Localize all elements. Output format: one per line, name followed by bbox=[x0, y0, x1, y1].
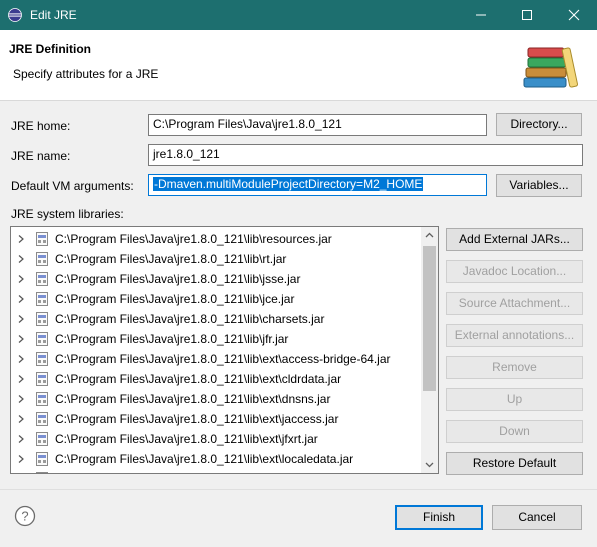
window-title: Edit JRE bbox=[30, 8, 77, 22]
chevron-right-icon[interactable] bbox=[16, 234, 26, 244]
library-row[interactable]: C:\Program Files\Java\jre1.8.0_121\lib\e… bbox=[11, 389, 421, 409]
jar-file-icon bbox=[36, 292, 48, 306]
header-title: JRE Definition bbox=[9, 42, 92, 56]
chevron-right-icon[interactable] bbox=[16, 374, 26, 384]
library-path: C:\Program Files\Java\jre1.8.0_121\lib\j… bbox=[55, 332, 289, 346]
library-row[interactable]: C:\Program Files\Java\jre1.8.0_121\lib\j… bbox=[11, 329, 421, 349]
chevron-right-icon[interactable] bbox=[16, 354, 26, 364]
vm-args-label: Default VM arguments: bbox=[11, 179, 134, 193]
jar-file-icon bbox=[36, 252, 48, 266]
chevron-right-icon[interactable] bbox=[16, 394, 26, 404]
vertical-scrollbar[interactable] bbox=[421, 227, 438, 473]
variables-button[interactable]: Variables... bbox=[496, 174, 582, 197]
library-path: C:\Program Files\Java\jre1.8.0_121\lib\e… bbox=[55, 412, 339, 426]
header-description: Specify attributes for a JRE bbox=[13, 67, 159, 81]
library-path: C:\Program Files\Java\jre1.8.0_121\lib\e… bbox=[55, 392, 331, 406]
library-row[interactable]: C:\Program Files\Java\jre1.8.0_121\lib\c… bbox=[11, 309, 421, 329]
library-row[interactable]: C:\Program Files\Java\jre1.8.0_121\lib\j… bbox=[11, 289, 421, 309]
cancel-button[interactable]: Cancel bbox=[492, 505, 582, 530]
library-path: C:\Program Files\Java\jre1.8.0_121\lib\r… bbox=[55, 252, 287, 266]
library-path: C:\Program Files\Java\jre1.8.0_121\lib\r… bbox=[55, 232, 332, 246]
restore-default-button[interactable]: Restore Default bbox=[446, 452, 583, 475]
eclipse-app-icon bbox=[8, 8, 22, 22]
jre-name-label: JRE name: bbox=[11, 149, 71, 163]
chevron-right-icon[interactable] bbox=[16, 434, 26, 444]
library-path: C:\Program Files\Java\jre1.8.0_121\lib\e… bbox=[55, 352, 391, 366]
library-path: C:\Program Files\Java\jre1.8.0_121\lib\e… bbox=[55, 372, 342, 386]
library-path: C:\Program Files\Java\jre1.8.0_121\lib\e… bbox=[55, 452, 354, 466]
jar-file-icon bbox=[36, 272, 48, 286]
jar-file-icon bbox=[36, 432, 48, 446]
chevron-right-icon[interactable] bbox=[16, 314, 26, 324]
footer-divider bbox=[0, 489, 597, 490]
jre-name-field[interactable]: jre1.8.0_121 bbox=[148, 144, 583, 166]
library-row[interactable]: C:\Program Files\Java\jre1.8.0_121\lib\r… bbox=[11, 249, 421, 269]
source-attachment-button[interactable]: Source Attachment... bbox=[446, 292, 583, 315]
jar-file-icon bbox=[36, 452, 48, 466]
vm-args-field[interactable]: -Dmaven.multiModuleProjectDirectory=M2_H… bbox=[148, 174, 487, 196]
remove-button[interactable]: Remove bbox=[446, 356, 583, 379]
chevron-right-icon[interactable] bbox=[16, 334, 26, 344]
finish-button[interactable]: Finish bbox=[395, 505, 483, 530]
jar-file-icon bbox=[36, 232, 48, 246]
dialog-header: JRE Definition Specify attributes for a … bbox=[0, 30, 597, 101]
external-annotations-button[interactable]: External annotations... bbox=[446, 324, 583, 347]
chevron-right-icon[interactable] bbox=[16, 454, 26, 464]
maximize-icon bbox=[522, 10, 532, 20]
library-row[interactable]: C:\Program Files\Java\jre1.8.0_121\lib\r… bbox=[11, 229, 421, 249]
jar-file-icon bbox=[36, 312, 48, 326]
library-row[interactable]: C:\Program Files\Java\jre1.8.0_121\lib\e… bbox=[11, 409, 421, 429]
help-icon: ? bbox=[14, 505, 36, 527]
library-books-icon bbox=[522, 40, 582, 93]
library-row[interactable]: C:\Program Files\Java\jre1.8.0_121\lib\e… bbox=[11, 429, 421, 449]
library-row[interactable]: C:\Program Files\Java\jre1.8.0_121\lib\e… bbox=[11, 469, 421, 473]
jar-file-icon bbox=[36, 412, 48, 426]
jre-home-label: JRE home: bbox=[11, 119, 71, 133]
add-external-jars-button[interactable]: Add External JARs... bbox=[446, 228, 583, 251]
library-path: C:\Program Files\Java\jre1.8.0_121\lib\e… bbox=[55, 432, 318, 446]
minimize-button[interactable] bbox=[458, 0, 504, 30]
library-row[interactable]: C:\Program Files\Java\jre1.8.0_121\lib\e… bbox=[11, 349, 421, 369]
jar-file-icon bbox=[36, 352, 48, 366]
library-path: C:\Program Files\Java\jre1.8.0_121\lib\j… bbox=[55, 292, 295, 306]
javadoc-location-button[interactable]: Javadoc Location... bbox=[446, 260, 583, 283]
chevron-down-icon bbox=[425, 462, 434, 468]
minimize-icon bbox=[476, 14, 486, 16]
chevron-right-icon[interactable] bbox=[16, 274, 26, 284]
directory-button[interactable]: Directory... bbox=[496, 113, 582, 136]
chevron-right-icon[interactable] bbox=[16, 294, 26, 304]
jar-file-icon bbox=[36, 392, 48, 406]
svg-text:?: ? bbox=[21, 509, 28, 524]
libraries-tree[interactable]: C:\Program Files\Java\jre1.8.0_121\lib\r… bbox=[10, 226, 439, 474]
libraries-label: JRE system libraries: bbox=[11, 207, 124, 221]
jar-file-icon bbox=[36, 332, 48, 346]
scroll-up-button[interactable] bbox=[421, 227, 438, 244]
chevron-up-icon bbox=[425, 232, 434, 238]
close-icon bbox=[568, 9, 580, 21]
help-button[interactable]: ? bbox=[14, 505, 36, 530]
jar-file-icon bbox=[36, 472, 48, 473]
library-row[interactable]: C:\Program Files\Java\jre1.8.0_121\lib\j… bbox=[11, 269, 421, 289]
down-button[interactable]: Down bbox=[446, 420, 583, 443]
title-bar: Edit JRE bbox=[0, 0, 597, 30]
maximize-button[interactable] bbox=[504, 0, 550, 30]
scroll-thumb[interactable] bbox=[423, 246, 436, 391]
library-row[interactable]: C:\Program Files\Java\jre1.8.0_121\lib\e… bbox=[11, 449, 421, 469]
chevron-right-icon[interactable] bbox=[16, 414, 26, 424]
library-path: C:\Program Files\Java\jre1.8.0_121\lib\c… bbox=[55, 312, 325, 326]
jar-file-icon bbox=[36, 372, 48, 386]
library-path: C:\Program Files\Java\jre1.8.0_121\lib\j… bbox=[55, 272, 301, 286]
library-row[interactable]: C:\Program Files\Java\jre1.8.0_121\lib\e… bbox=[11, 369, 421, 389]
vm-args-selected-text: -Dmaven.multiModuleProjectDirectory=M2_H… bbox=[153, 177, 424, 191]
library-path: C:\Program Files\Java\jre1.8.0_121\lib\e… bbox=[55, 472, 342, 473]
up-button[interactable]: Up bbox=[446, 388, 583, 411]
jre-home-field[interactable]: C:\Program Files\Java\jre1.8.0_121 bbox=[148, 114, 487, 136]
scroll-down-button[interactable] bbox=[421, 456, 438, 473]
close-button[interactable] bbox=[551, 0, 597, 30]
chevron-right-icon[interactable] bbox=[16, 254, 26, 264]
